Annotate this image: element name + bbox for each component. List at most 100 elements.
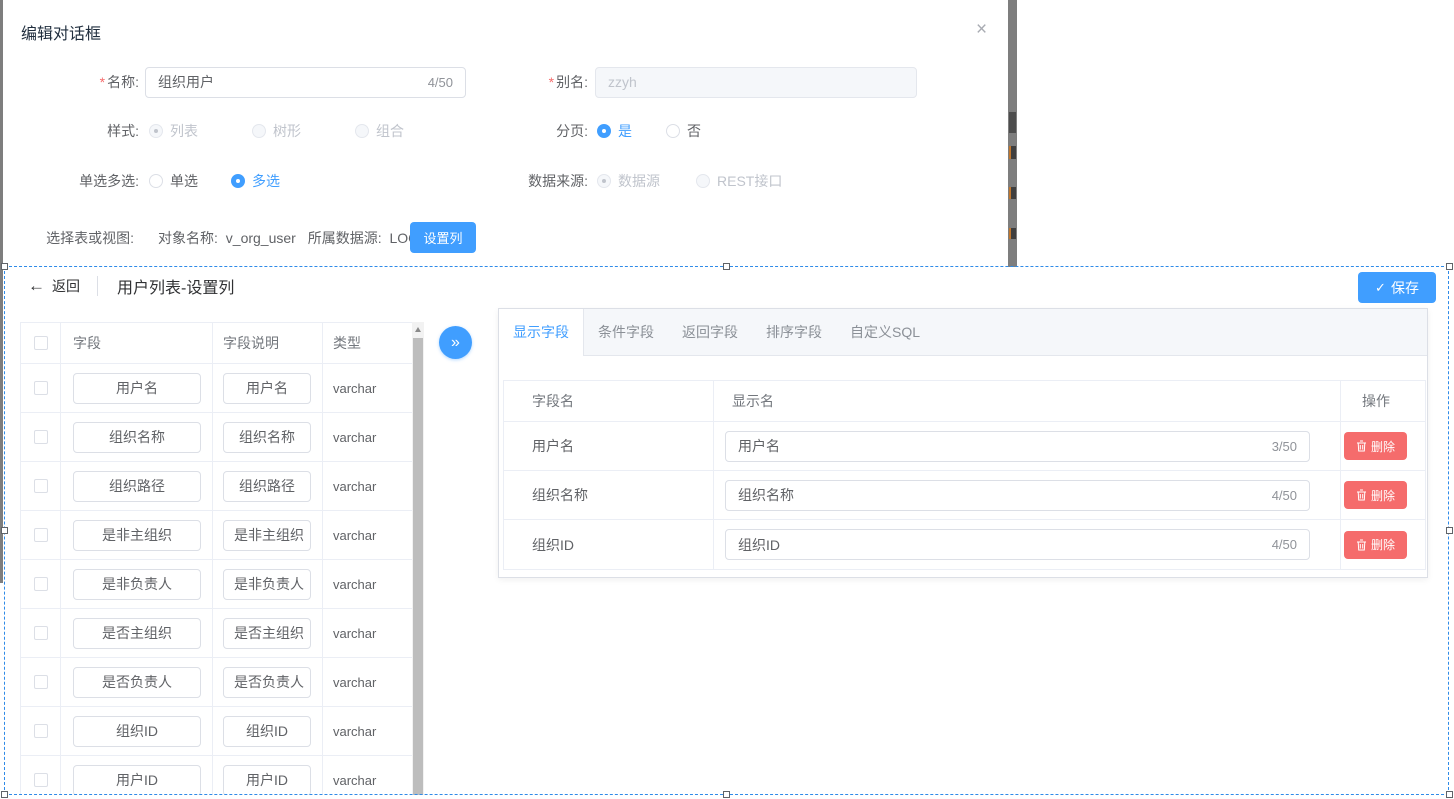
column-header-desc: 字段说明 — [213, 323, 323, 363]
resize-handle-top-left[interactable] — [1, 263, 8, 270]
tab-condition-fields[interactable]: 条件字段 — [584, 309, 668, 355]
field-type: varchar — [323, 609, 412, 657]
field-desc-input[interactable]: 是否主组织 — [223, 618, 311, 649]
alias-input[interactable]: zzyh — [595, 67, 917, 98]
table-row: 是否负责人 是否负责人 varchar — [21, 658, 412, 707]
display-name-input[interactable]: 用户名 3/50 — [725, 431, 1310, 462]
radio-icon — [149, 174, 163, 188]
tab-return-fields[interactable]: 返回字段 — [668, 309, 752, 355]
row-checkbox[interactable] — [34, 479, 48, 493]
row-checkbox[interactable] — [34, 528, 48, 542]
select-all-checkbox[interactable] — [34, 336, 48, 350]
row-checkbox[interactable] — [34, 430, 48, 444]
panel-title: 用户列表-设置列 — [117, 274, 234, 298]
row-checkbox[interactable] — [34, 381, 48, 395]
delete-button[interactable]: 删除 — [1344, 481, 1407, 509]
field-type: varchar — [323, 560, 412, 608]
field-name-input[interactable]: 组织路径 — [73, 471, 201, 502]
radio-pagination-yes[interactable]: 是 — [597, 121, 632, 141]
tab-bar: 显示字段 条件字段 返回字段 排序字段 自定义SQL — [499, 309, 1427, 356]
resize-handle-bottom-right[interactable] — [1446, 791, 1453, 798]
fields-table: 字段 字段说明 类型 用户名 用户名 varchar 组织名称 组织名称 var… — [20, 322, 412, 795]
tab-sort-fields[interactable]: 排序字段 — [752, 309, 836, 355]
radio-tree[interactable]: 树形 — [252, 121, 301, 141]
occluded-ui-fragment — [1009, 228, 1016, 239]
field-name-input[interactable]: 是否主组织 — [73, 618, 201, 649]
name-value: 组织用户 — [158, 68, 420, 97]
tab-custom-sql[interactable]: 自定义SQL — [836, 309, 934, 355]
radio-multi-select[interactable]: 多选 — [231, 171, 280, 191]
field-name-input[interactable]: 是否负责人 — [73, 667, 201, 698]
display-name-input[interactable]: 组织名称 4/50 — [725, 480, 1310, 511]
close-icon[interactable]: × — [976, 20, 987, 39]
column-header-field-name: 字段名 — [504, 381, 714, 421]
table-row: 组织名称 组织名称 varchar — [21, 413, 412, 462]
field-desc-input[interactable]: 用户名 — [223, 373, 311, 404]
field-name-input[interactable]: 用户名 — [73, 373, 201, 404]
row-checkbox[interactable] — [34, 675, 48, 689]
field-desc-input[interactable]: 组织ID — [223, 716, 311, 747]
row-checkbox[interactable] — [34, 626, 48, 640]
radio-single-select[interactable]: 单选 — [149, 171, 198, 191]
field-name-input[interactable]: 是非负责人 — [73, 569, 201, 600]
table-row: 组织ID 组织ID varchar — [21, 707, 412, 756]
field-name-input[interactable]: 用户ID — [73, 765, 201, 796]
select-mode-radio-group: 单选 多选 — [149, 171, 280, 191]
field-name-input[interactable]: 是非主组织 — [73, 520, 201, 551]
set-columns-button[interactable]: 设置列 — [410, 222, 476, 253]
field-desc-input[interactable]: 是非负责人 — [223, 569, 311, 600]
field-desc-input[interactable]: 是非主组织 — [223, 520, 311, 551]
field-name-input[interactable]: 组织ID — [73, 716, 201, 747]
resize-handle-mid-left[interactable] — [1, 527, 8, 534]
alias-value: zzyh — [608, 68, 904, 97]
row-checkbox[interactable] — [34, 773, 48, 787]
trash-icon — [1356, 489, 1367, 501]
field-desc-input[interactable]: 是否负责人 — [223, 667, 311, 698]
tab-display-fields[interactable]: 显示字段 — [499, 309, 584, 356]
fields-table-scrollbar[interactable] — [412, 322, 424, 795]
delete-button[interactable]: 删除 — [1344, 432, 1407, 460]
field-desc-input[interactable]: 用户ID — [223, 765, 311, 796]
name-input[interactable]: 组织用户 4/50 — [145, 67, 466, 98]
table-row: 组织名称 组织名称 4/50 删除 — [504, 471, 1425, 520]
field-desc-input[interactable]: 组织路径 — [223, 471, 311, 502]
resize-handle-top-center[interactable] — [723, 263, 730, 270]
expand-button[interactable]: » — [439, 326, 472, 359]
save-label: 保存 — [1391, 278, 1419, 298]
field-desc-input[interactable]: 组织名称 — [223, 422, 311, 453]
radio-icon — [666, 124, 680, 138]
radio-datasource[interactable]: 数据源 — [597, 171, 660, 191]
field-type: varchar — [323, 364, 412, 412]
back-arrow-icon: ← — [28, 276, 45, 296]
style-label-text: 样式: — [43, 121, 139, 141]
display-name-input[interactable]: 组织ID 4/50 — [725, 529, 1310, 560]
trash-icon — [1356, 539, 1367, 551]
object-name-label: 对象名称: — [158, 230, 218, 246]
required-asterisk: * — [549, 74, 554, 90]
row-checkbox[interactable] — [34, 724, 48, 738]
radio-rest-api[interactable]: REST接口 — [696, 171, 782, 191]
style-radio-group: 列表 树形 组合 — [149, 121, 404, 141]
save-button[interactable]: ✓ 保存 — [1358, 272, 1436, 303]
resize-handle-bottom-left[interactable] — [1, 791, 8, 798]
table-row: 是非主组织 是非主组织 varchar — [21, 511, 412, 560]
back-button[interactable]: ← 返回 — [28, 276, 80, 296]
radio-icon — [252, 124, 266, 138]
field-name-input[interactable]: 组织名称 — [73, 422, 201, 453]
table-select-label: 选择表或视图: — [28, 223, 134, 253]
row-checkbox[interactable] — [34, 577, 48, 591]
scroll-up-icon[interactable] — [415, 327, 421, 332]
edit-dialog: 编辑对话框 × *名称: 组织用户 4/50 *别名: zzyh 样式: 列表 … — [3, 0, 1008, 265]
field-name: 组织ID — [504, 520, 714, 569]
radio-list[interactable]: 列表 — [149, 121, 198, 141]
scrollbar-thumb[interactable] — [413, 338, 423, 795]
resize-handle-top-right[interactable] — [1446, 263, 1453, 270]
table-row: 是非负责人 是非负责人 varchar — [21, 560, 412, 609]
resize-handle-mid-right[interactable] — [1446, 527, 1453, 534]
radio-pagination-no[interactable]: 否 — [666, 121, 701, 141]
display-fields-table: 字段名 显示名 操作 用户名 用户名 3/50 删除 组织名称 组织名称 4/5… — [503, 380, 1426, 570]
resize-handle-bottom-center[interactable] — [723, 791, 730, 798]
radio-combo[interactable]: 组合 — [355, 121, 404, 141]
delete-button[interactable]: 删除 — [1344, 531, 1407, 559]
column-header-display-name: 显示名 — [714, 381, 1341, 421]
